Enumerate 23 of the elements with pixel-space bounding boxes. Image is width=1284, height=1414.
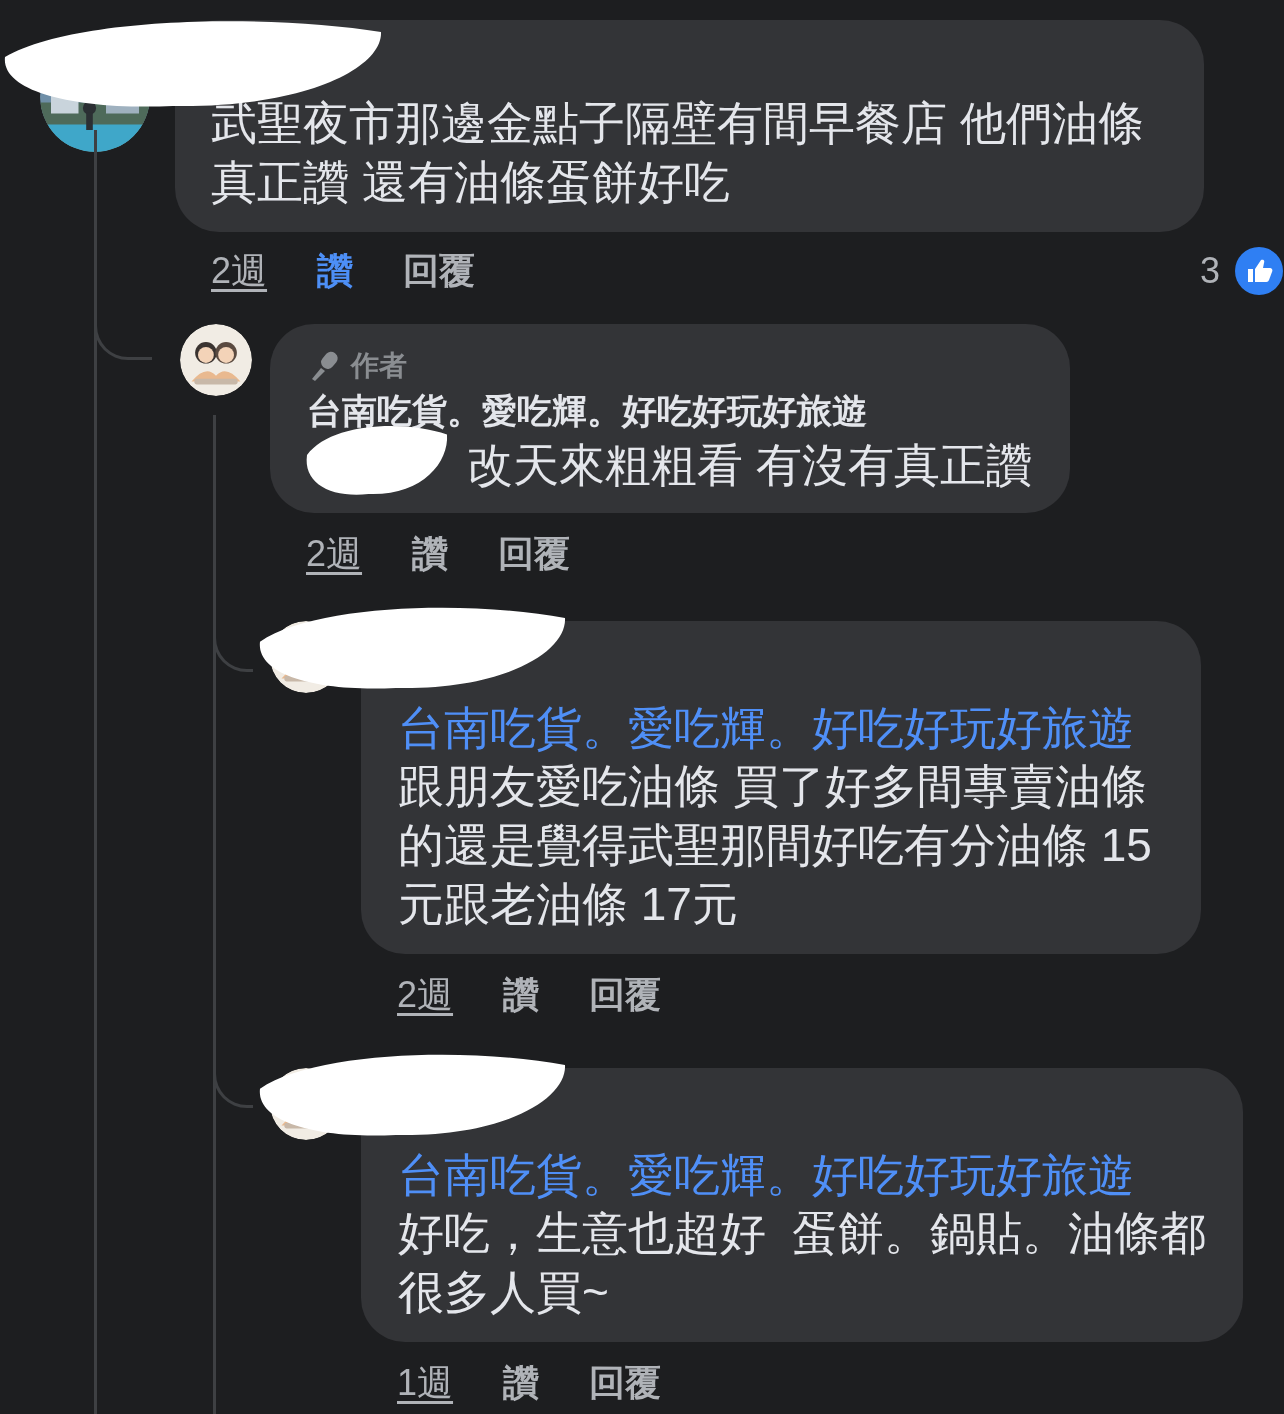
reply-link[interactable]: 回覆 — [403, 246, 476, 296]
commenter-name[interactable]: 台南吃貨。愛吃輝。好吃好玩好旅遊 — [307, 386, 1032, 436]
comment-text: 改天來粗粗看 有沒有真正讚 — [467, 439, 1032, 491]
like-link[interactable]: 讚 — [503, 970, 540, 1020]
mention-link[interactable]: 台南吃貨。愛吃輝。好吃好玩好旅遊 — [398, 1146, 1213, 1204]
like-link[interactable]: 讚 — [503, 1358, 540, 1408]
comment-text: 跟朋友愛吃油條 買了好多間專賣油條的還是覺得武聖那間好吃有分油條 15元跟老油條 17元 — [398, 759, 1153, 932]
comment-text: 好吃，生意也超好 蛋餅。鍋貼。油條都很多人買~ — [398, 1206, 1207, 1320]
time-link[interactable]: 1週 — [397, 1358, 454, 1408]
reaction-count: 3 — [1199, 249, 1220, 293]
like-link[interactable]: 讚 — [412, 529, 449, 579]
time-link[interactable]: 2週 — [397, 970, 454, 1020]
comment-text: 武聖夜市那邊金點子隔壁有間早餐店 他們油條真正讚 還有油條蛋餅好吃 — [211, 96, 1145, 210]
time-link[interactable]: 2週 — [211, 246, 268, 296]
mention-link[interactable]: 台南吃貨。愛吃輝。好吃好玩好旅遊 — [398, 699, 1171, 757]
avatar — [180, 324, 252, 396]
reply-link[interactable]: 回覆 — [589, 1358, 662, 1408]
reply-link[interactable]: 回覆 — [589, 970, 662, 1020]
time-link[interactable]: 2週 — [306, 529, 363, 579]
author-label: 作者 — [351, 349, 407, 383]
like-icon — [1234, 246, 1284, 296]
reply-link[interactable]: 回覆 — [498, 529, 571, 579]
like-link[interactable]: 讚 — [317, 246, 354, 296]
